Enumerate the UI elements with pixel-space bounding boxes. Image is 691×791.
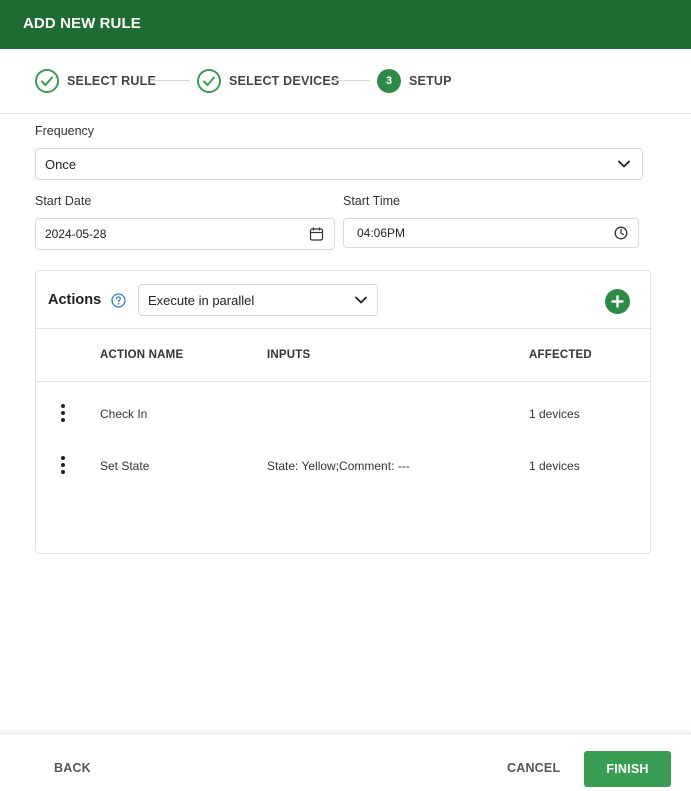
- finish-button[interactable]: FINISH: [584, 751, 671, 787]
- start-time-label: Start Time: [343, 194, 400, 208]
- execution-mode-select[interactable]: Execute in parallel: [138, 284, 378, 316]
- step-label: SELECT DEVICES: [229, 73, 340, 88]
- step-setup[interactable]: 3 SETUP: [377, 68, 452, 93]
- step-label: SETUP: [409, 73, 452, 88]
- dialog-footer: BACK CANCEL FINISH: [0, 733, 691, 791]
- inputs-cell: State: Yellow;Comment: ---: [267, 459, 410, 473]
- back-button[interactable]: BACK: [54, 761, 91, 775]
- actions-card: Actions Execute in parallel ACTION NAME …: [35, 270, 651, 554]
- step-connector: [330, 80, 370, 81]
- step-select-devices[interactable]: SELECT DEVICES: [197, 68, 339, 93]
- column-header-inputs[interactable]: INPUTS: [267, 349, 310, 361]
- table-row: Set State State: Yellow;Comment: --- 1 d…: [36, 448, 650, 488]
- actions-title: Actions: [48, 292, 102, 308]
- action-name-cell: Check In: [100, 407, 148, 421]
- chevron-down-icon: [355, 296, 367, 304]
- execution-mode-value: Execute in parallel: [148, 293, 255, 308]
- header-divider: [36, 381, 650, 382]
- actions-toolbar: Actions Execute in parallel: [36, 271, 650, 329]
- cancel-button[interactable]: CANCEL: [507, 761, 560, 775]
- start-date-label: Start Date: [35, 194, 92, 208]
- step-connector: [150, 80, 190, 81]
- check-icon: [35, 68, 59, 93]
- start-date-input[interactable]: 2024-05-28: [35, 218, 335, 250]
- action-name-cell: Set State: [100, 459, 150, 473]
- dialog-header: ADD NEW RULE: [0, 0, 691, 49]
- column-header-affected[interactable]: AFFECTED: [529, 349, 592, 361]
- affected-cell: 1 devices: [529, 407, 580, 421]
- stepper: SELECT RULE SELECT DEVICES 3 SETUP: [0, 49, 691, 114]
- column-header-action-name[interactable]: ACTION NAME: [100, 349, 183, 361]
- more-options-icon[interactable]: [60, 404, 66, 424]
- clock-icon[interactable]: [614, 226, 628, 240]
- frequency-select[interactable]: Once: [35, 148, 643, 180]
- start-date-value: 2024-05-28: [45, 227, 107, 241]
- start-time-input[interactable]: 04:06PM: [343, 218, 639, 248]
- step-select-rule[interactable]: SELECT RULE: [35, 68, 156, 93]
- plus-icon: [611, 295, 624, 308]
- step-label: SELECT RULE: [67, 73, 157, 88]
- more-options-icon[interactable]: [60, 456, 66, 476]
- start-time-value: 04:06PM: [357, 226, 406, 240]
- affected-cell: 1 devices: [529, 459, 580, 473]
- frequency-label: Frequency: [35, 124, 95, 138]
- dialog-title: ADD NEW RULE: [23, 15, 141, 32]
- add-action-button[interactable]: [605, 289, 630, 314]
- chevron-down-icon: [618, 160, 630, 168]
- check-icon: [197, 68, 221, 93]
- step-number: 3: [377, 68, 401, 93]
- frequency-value: Once: [45, 156, 77, 172]
- table-row: Check In 1 devices: [36, 396, 650, 436]
- calendar-icon[interactable]: [309, 227, 324, 242]
- help-icon[interactable]: [111, 293, 126, 313]
